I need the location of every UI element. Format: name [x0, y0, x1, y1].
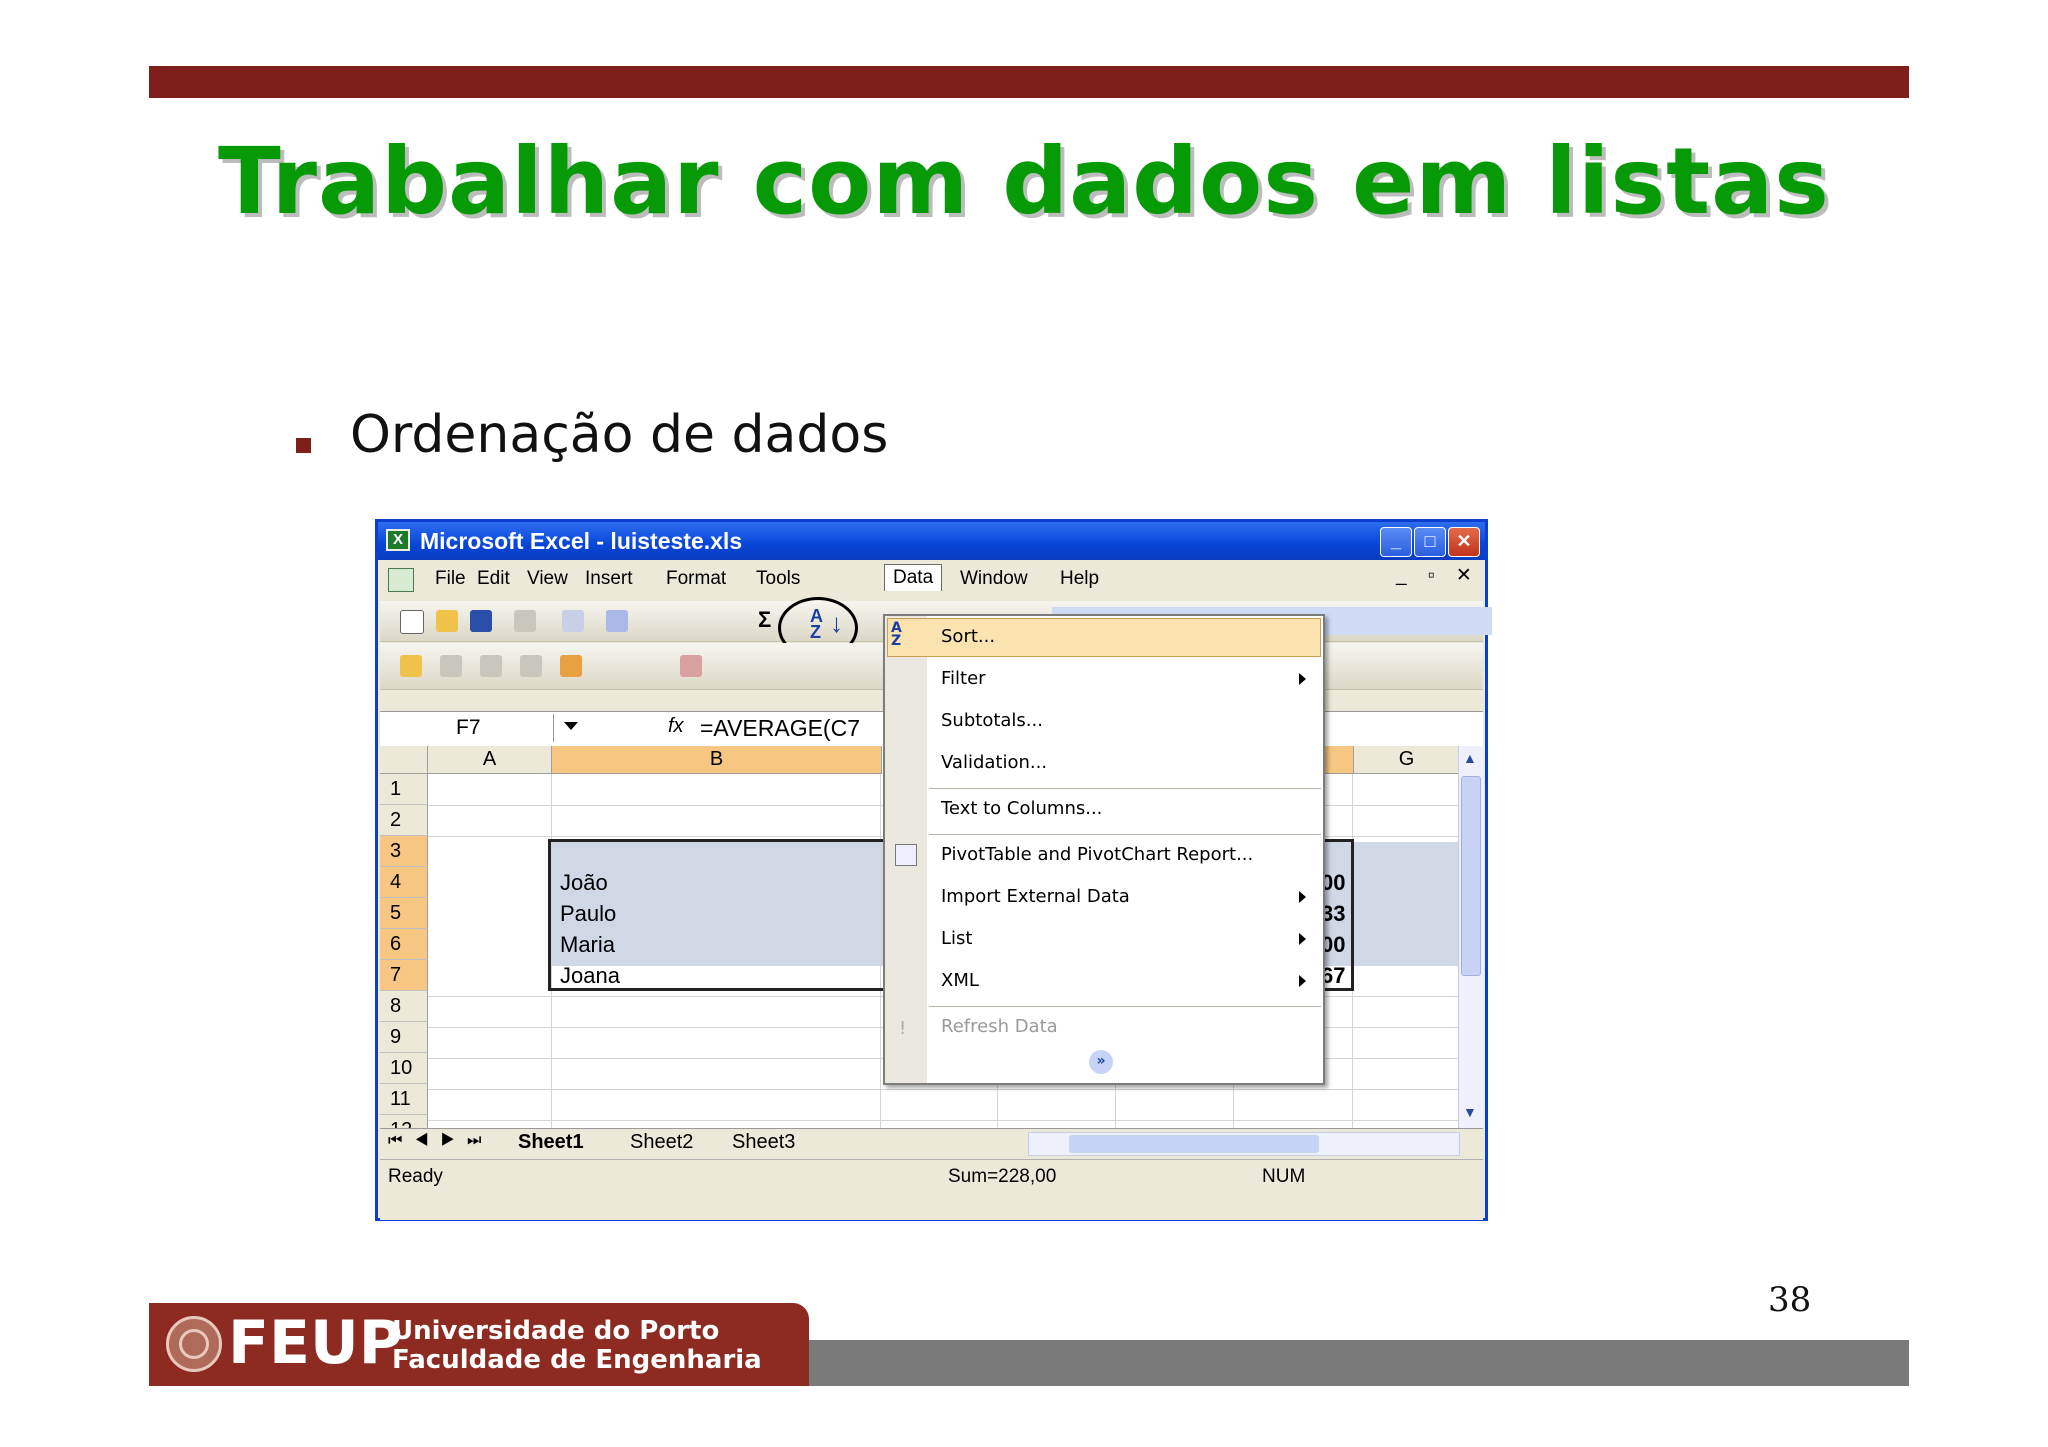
- menu-help[interactable]: Help: [1060, 568, 1099, 590]
- row-header[interactable]: 11: [380, 1084, 428, 1115]
- status-sum: Sum=228,00: [948, 1166, 1057, 1187]
- refresh-icon: !: [899, 1018, 907, 1039]
- menu-item-list[interactable]: List: [941, 928, 972, 949]
- menu-item-subtotals[interactable]: Subtotals...: [941, 710, 1043, 731]
- workbook-icon[interactable]: [388, 568, 414, 592]
- row-header[interactable]: 5: [380, 898, 428, 929]
- cell-name[interactable]: João: [560, 870, 608, 896]
- page-number: 38: [1768, 1280, 1812, 1320]
- vertical-scrollbar[interactable]: ▲ ▼: [1458, 746, 1484, 1128]
- menu-format[interactable]: Format: [666, 568, 726, 590]
- footer-university: Universidade do Porto: [392, 1316, 720, 1346]
- status-bar: Ready Sum=228,00 NUM: [380, 1159, 1483, 1220]
- sheet-tab-3[interactable]: Sheet3: [732, 1128, 795, 1156]
- toolbar-button-3[interactable]: [520, 655, 542, 677]
- insert-function-icon[interactable]: fx: [668, 715, 684, 738]
- folder-icon[interactable]: [400, 655, 422, 677]
- expand-menu-chevron-icon[interactable]: »: [1089, 1050, 1113, 1074]
- autosum-icon[interactable]: Σ: [758, 607, 771, 633]
- submenu-arrow-icon: [1299, 975, 1306, 987]
- menu-item-refresh-data: Refresh Data: [941, 1016, 1058, 1037]
- open-icon[interactable]: [436, 610, 458, 632]
- menu-edit[interactable]: Edit: [477, 568, 510, 590]
- row-header[interactable]: 7: [380, 960, 428, 991]
- data-menu-dropdown: AZ Sort... Filter Subtotals... Validatio…: [883, 614, 1325, 1085]
- cell-name[interactable]: Paulo: [560, 901, 616, 927]
- column-header-a[interactable]: A: [428, 746, 552, 774]
- excel-window: X Microsoft Excel - luisteste.xls _ □ ✕ …: [375, 519, 1492, 1221]
- sheet-navigation-icons[interactable]: ⏮◀▶⏭: [388, 1132, 493, 1150]
- slide-title: Trabalhar com dados em listas: [218, 128, 1830, 235]
- submenu-arrow-icon: [1299, 933, 1306, 945]
- minimize-button[interactable]: _: [1380, 527, 1412, 557]
- row-header[interactable]: 9: [380, 1022, 428, 1053]
- undo-icon[interactable]: [562, 610, 584, 632]
- menu-insert[interactable]: Insert: [585, 568, 633, 590]
- menu-item-validation[interactable]: Validation...: [941, 752, 1047, 773]
- scroll-up-icon[interactable]: ▲: [1463, 750, 1477, 766]
- footer-faculty: Faculdade de Engenharia: [392, 1345, 762, 1375]
- menu-window[interactable]: Window: [960, 568, 1028, 590]
- toolbar-button-2[interactable]: [480, 655, 502, 677]
- horizontal-scroll-thumb[interactable]: [1069, 1135, 1319, 1153]
- column-header-g[interactable]: G: [1354, 746, 1458, 774]
- bullet-marker: [296, 438, 311, 453]
- toolbar-button-4[interactable]: [560, 655, 582, 677]
- menu-item-filter[interactable]: Filter: [941, 668, 986, 689]
- row-header[interactable]: 3: [380, 836, 428, 867]
- workbook-window-controls[interactable]: _ ▫ ✕: [1396, 564, 1480, 587]
- status-num: NUM: [1262, 1166, 1306, 1187]
- row-header[interactable]: 8: [380, 991, 428, 1022]
- university-seal-icon: [166, 1316, 222, 1372]
- menu-item-xml[interactable]: XML: [941, 970, 979, 991]
- formula-input[interactable]: =AVERAGE(C7: [700, 714, 860, 742]
- submenu-arrow-icon: [1299, 673, 1306, 685]
- feup-logo-text: FEUP: [228, 1308, 403, 1378]
- menu-view[interactable]: View: [527, 568, 568, 590]
- menu-item-pivottable[interactable]: PivotTable and PivotChart Report...: [941, 844, 1253, 865]
- row-header[interactable]: 12: [380, 1115, 428, 1128]
- column-header-f[interactable]: [1320, 746, 1354, 774]
- menu-tools[interactable]: Tools: [756, 568, 800, 590]
- row-header[interactable]: 4: [380, 867, 428, 898]
- maximize-button[interactable]: □: [1414, 527, 1446, 557]
- new-icon[interactable]: [400, 610, 424, 634]
- save-icon[interactable]: [470, 610, 492, 632]
- title-bar[interactable]: X Microsoft Excel - luisteste.xls _ □ ✕: [378, 522, 1485, 560]
- excel-app-icon[interactable]: X: [386, 529, 410, 551]
- scroll-down-icon[interactable]: ▼: [1463, 1104, 1477, 1120]
- bullet-text: Ordenação de dados: [350, 405, 889, 465]
- footer-gray-bar: [800, 1340, 1909, 1386]
- menu-file[interactable]: File: [435, 568, 466, 590]
- sheet-tab-1[interactable]: Sheet1: [518, 1128, 584, 1156]
- menu-item-import-external-data[interactable]: Import External Data: [941, 886, 1130, 907]
- menu-item-text-to-columns[interactable]: Text to Columns...: [941, 798, 1102, 819]
- cell-name[interactable]: Joana: [560, 963, 620, 989]
- row-header[interactable]: 2: [380, 805, 428, 836]
- select-all-corner[interactable]: [380, 746, 428, 774]
- menu-data[interactable]: Data: [884, 564, 943, 591]
- paste-icon[interactable]: [514, 610, 536, 632]
- name-box-dropdown-icon[interactable]: [564, 722, 578, 730]
- pivottable-icon: [895, 844, 917, 866]
- column-header-b[interactable]: B: [552, 746, 882, 774]
- vertical-scroll-thumb[interactable]: [1461, 776, 1481, 976]
- close-button[interactable]: ✕: [1448, 527, 1480, 557]
- row-header[interactable]: 1: [380, 774, 428, 805]
- window-title: Microsoft Excel - luisteste.xls: [420, 528, 743, 554]
- sort-menu-icon: AZ: [891, 620, 902, 649]
- submenu-arrow-icon: [1299, 891, 1306, 903]
- status-ready: Ready: [388, 1166, 443, 1187]
- top-banner: [149, 66, 1909, 98]
- row-header[interactable]: 6: [380, 929, 428, 960]
- redo-icon[interactable]: [606, 610, 628, 632]
- sheet-tab-2[interactable]: Sheet2: [630, 1128, 693, 1156]
- horizontal-scrollbar[interactable]: [1028, 1132, 1460, 1156]
- menu-item-sort[interactable]: Sort...: [941, 626, 995, 647]
- cell-name[interactable]: Maria: [560, 932, 615, 958]
- toolbar-button-5[interactable]: [680, 655, 702, 677]
- toolbar-button-1[interactable]: [440, 655, 462, 677]
- name-box[interactable]: F7: [382, 714, 554, 742]
- row-header[interactable]: 10: [380, 1053, 428, 1084]
